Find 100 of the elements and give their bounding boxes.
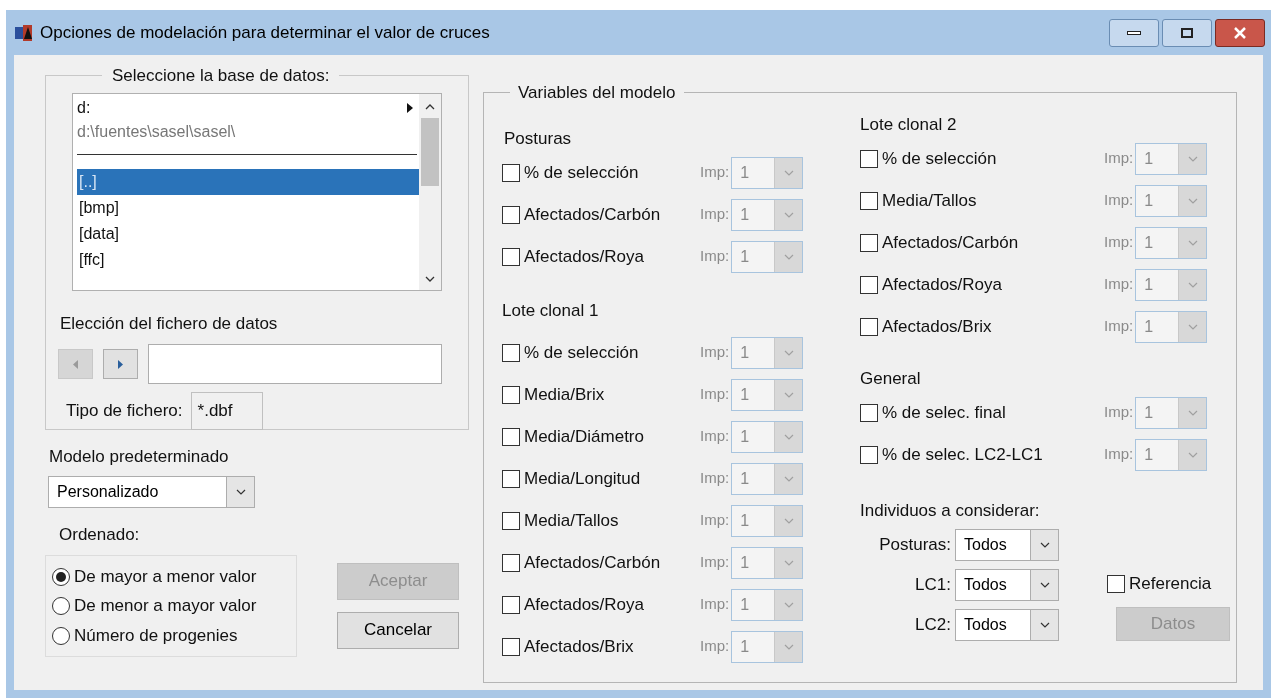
- variable-label: % de selección: [882, 147, 997, 170]
- importance-dropdown[interactable]: 1: [1135, 184, 1208, 217]
- checkbox[interactable]: [502, 247, 520, 266]
- combo-value: 1: [739, 204, 751, 225]
- checkbox[interactable]: [860, 445, 878, 464]
- combo-value: 1: [739, 426, 751, 447]
- checkbox[interactable]: [860, 149, 878, 168]
- importance-dropdown[interactable]: 1: [731, 240, 804, 273]
- imp-label: Imp:: [1104, 402, 1134, 423]
- combo-value: 1: [1143, 402, 1155, 423]
- combo-value: 1: [1143, 274, 1155, 295]
- combo-value: Todos: [963, 535, 1008, 555]
- combo-value: 1: [739, 552, 751, 573]
- importance-dropdown[interactable]: 1: [731, 156, 804, 189]
- dialog-button[interactable]: Cancelar: [337, 611, 459, 649]
- filter-dropdown[interactable]: Todos: [955, 569, 1059, 601]
- variable-label: Afectados/Roya: [882, 273, 1002, 296]
- radio-label: De mayor a menor valor: [74, 565, 257, 588]
- checkbox[interactable]: [860, 233, 878, 252]
- importance-dropdown[interactable]: 1: [731, 546, 804, 579]
- group-title: Variables del modelo: [518, 83, 676, 102]
- folder-item[interactable]: [ffc]: [77, 246, 419, 273]
- file-input[interactable]: [148, 344, 442, 384]
- combo-value: 1: [1143, 190, 1155, 211]
- window-title: Opciones de modelación para determinar el valor de cruces: [40, 21, 490, 44]
- importance-dropdown[interactable]: 1: [1135, 226, 1208, 259]
- importance-dropdown[interactable]: 1: [731, 420, 804, 453]
- maximize-icon: [1181, 27, 1193, 38]
- importance-dropdown[interactable]: 1: [731, 378, 804, 411]
- checkbox[interactable]: [502, 469, 520, 488]
- folder-item[interactable]: [bmp]: [77, 194, 419, 221]
- radio-button[interactable]: [52, 626, 70, 645]
- variable-label: Media/Tallos: [524, 509, 619, 532]
- order-label: Ordenado:: [59, 524, 140, 544]
- right-triangle-icon: [407, 102, 413, 113]
- combo-value: Todos: [963, 615, 1008, 635]
- section-title: General: [860, 368, 921, 390]
- importance-dropdown[interactable]: 1: [1135, 310, 1208, 343]
- maximize-button[interactable]: [1162, 18, 1212, 47]
- importance-dropdown[interactable]: 1: [1135, 396, 1208, 429]
- file-type-field[interactable]: *.dbf: [190, 392, 263, 430]
- checkbox[interactable]: [502, 343, 520, 362]
- section-title: Lote clonal 1: [502, 300, 599, 322]
- checkbox[interactable]: [502, 553, 520, 572]
- drive-label: d:: [77, 97, 92, 118]
- folder-item[interactable]: [..]: [77, 168, 419, 195]
- checkbox[interactable]: [502, 205, 520, 224]
- chevron-down-icon: [783, 517, 794, 524]
- chevron-down-icon: [1187, 239, 1198, 246]
- importance-dropdown[interactable]: 1: [1135, 438, 1208, 471]
- chevron-down-icon: [1187, 323, 1198, 330]
- checkbox[interactable]: [502, 385, 520, 404]
- checkbox[interactable]: [502, 595, 520, 614]
- next-button[interactable]: [103, 349, 138, 379]
- combo-value: Personalizado: [56, 481, 160, 502]
- chevron-down-icon: [783, 391, 794, 398]
- checkbox[interactable]: [502, 637, 520, 656]
- importance-dropdown[interactable]: 1: [731, 336, 804, 369]
- filter-label: LC2:: [915, 614, 951, 637]
- chevron-down-icon: [783, 169, 794, 176]
- checkbox[interactable]: [860, 403, 878, 422]
- radio-button[interactable]: [52, 567, 70, 586]
- checkbox[interactable]: [502, 427, 520, 446]
- combo-value: 1: [1143, 232, 1155, 253]
- checkbox[interactable]: [860, 275, 878, 294]
- importance-dropdown[interactable]: 1: [1135, 142, 1208, 175]
- checkbox[interactable]: [1107, 574, 1125, 593]
- left-triangle-icon: [73, 359, 78, 369]
- scrollbar[interactable]: [419, 93, 441, 290]
- close-button[interactable]: [1215, 18, 1265, 47]
- checkbox[interactable]: [860, 317, 878, 336]
- importance-dropdown[interactable]: 1: [731, 588, 804, 621]
- imp-label: Imp:: [700, 552, 730, 573]
- variable-label: Afectados/Roya: [524, 245, 644, 268]
- variable-label: % de selec. LC2-LC1: [882, 443, 1043, 466]
- radio-button[interactable]: [52, 597, 70, 615]
- importance-dropdown[interactable]: 1: [731, 198, 804, 231]
- importance-dropdown[interactable]: 1: [731, 462, 804, 495]
- filter-dropdown[interactable]: Todos: [955, 609, 1059, 641]
- imp-label: Imp:: [700, 468, 730, 489]
- checkbox[interactable]: [502, 511, 520, 530]
- folder-list[interactable]: d: d:\fuentes\sasel\sasel\ [..] [bmp] [data] [ffc]: [72, 92, 442, 291]
- checkbox[interactable]: [502, 163, 520, 182]
- folder-item[interactable]: [data]: [77, 220, 419, 247]
- imp-label: Imp:: [1104, 444, 1134, 465]
- variable-label: % de selec. final: [882, 401, 1006, 424]
- importance-dropdown[interactable]: 1: [731, 504, 804, 537]
- importance-dropdown[interactable]: 1: [1135, 268, 1208, 301]
- checkbox[interactable]: [860, 191, 878, 210]
- scroll-thumb[interactable]: [421, 117, 439, 186]
- imp-label: Imp:: [700, 636, 730, 657]
- chevron-down-icon: [783, 253, 794, 260]
- minimize-button[interactable]: [1109, 18, 1159, 47]
- importance-dropdown[interactable]: 1: [731, 630, 804, 663]
- variable-label: Afectados/Carbón: [524, 551, 661, 574]
- model-dropdown[interactable]: Personalizado: [48, 475, 255, 508]
- combo-value: 1: [739, 162, 751, 183]
- combo-value: 1: [1143, 444, 1155, 465]
- filter-dropdown[interactable]: Todos: [955, 529, 1059, 561]
- group-title: Seleccione la base de datos:: [112, 66, 330, 85]
